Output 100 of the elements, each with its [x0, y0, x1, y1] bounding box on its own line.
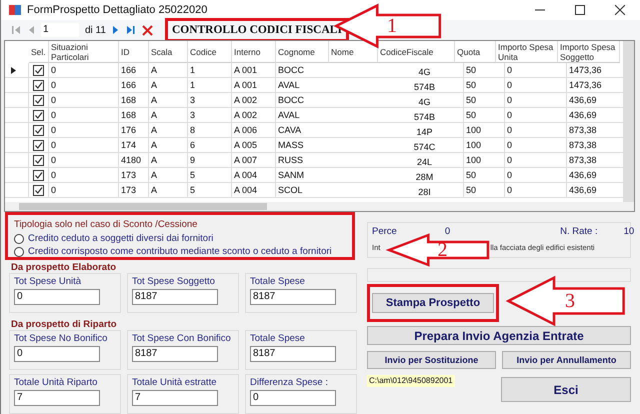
prepare-button[interactable]: Prepara Invio Agenzia Entrate [367, 326, 631, 345]
column-header[interactable]: Situazioni Particolari [49, 41, 119, 63]
check-codes-button[interactable]: CONTROLLO CODICI FISCALI [170, 24, 344, 36]
table-cell: A [151, 95, 158, 105]
column-header[interactable]: Cognome [276, 41, 329, 63]
table-cell: BOCC [278, 95, 304, 105]
table-cell: 168 [121, 110, 136, 120]
table-cell: 50 [466, 170, 476, 180]
table-cell: A 007 [234, 155, 258, 165]
table-cell: 3 [190, 95, 196, 105]
field-label: Tot Spese Con Bonifico [132, 333, 232, 344]
column-header[interactable]: ID [119, 41, 149, 63]
table-cell: 0 [51, 95, 56, 105]
column-header[interactable]: Quota [455, 41, 496, 63]
input-field[interactable]: 7 [14, 390, 100, 406]
arrow-icon [506, 276, 626, 326]
vertical-scrollbar[interactable] [623, 41, 634, 203]
position-field[interactable]: 1 [41, 23, 79, 37]
table-cell: 50 [466, 110, 476, 120]
table-cell: A 006 [234, 125, 258, 135]
input-field[interactable]: 8187 [132, 346, 218, 362]
maximize-icon[interactable] [575, 5, 585, 15]
table-cell: 4G [418, 97, 430, 107]
row-checkbox[interactable] [33, 64, 44, 76]
table-cell: 8 [190, 125, 196, 135]
table-cell: 28M [416, 172, 434, 182]
table-cell: 0 [507, 80, 512, 90]
field-label: Tot Spese Soggetto [132, 276, 216, 287]
arrow-icon [387, 234, 490, 266]
table-cell: 1 [190, 65, 196, 75]
table-cell: 6 [190, 140, 196, 150]
annotation-number: 2 [438, 240, 448, 260]
row-checkbox[interactable] [33, 140, 44, 150]
column-header[interactable]: Interno [232, 41, 276, 63]
close-icon[interactable] [615, 5, 625, 15]
group-title: Tipologia solo nel caso di Sconto /Cessione [14, 219, 198, 230]
table-cell: 0 [51, 155, 56, 165]
table-cell: 0 [507, 185, 512, 195]
rate-value: 10 [624, 226, 634, 237]
radio-button[interactable] [14, 234, 24, 244]
section-title: Da prospetto Elaborato [11, 262, 116, 273]
table-cell: 1473,36 [569, 65, 602, 75]
horizontal-scrollbar[interactable] [5, 202, 634, 211]
app-icon [9, 5, 21, 15]
cancel-button[interactable]: Invio per Annullamento [502, 351, 631, 369]
table-cell: A 002 [234, 110, 258, 120]
table-cell: 0 [507, 125, 512, 135]
table-cell: 0 [51, 140, 56, 150]
field-label: Totale Spese [250, 333, 306, 344]
table-cell: 0 [507, 140, 512, 150]
input-field[interactable]: 8187 [250, 346, 336, 362]
table-cell: A [151, 125, 158, 135]
column-header[interactable]: Scala [149, 41, 188, 63]
table-cell: A [151, 170, 158, 180]
table-cell: 0 [507, 110, 512, 120]
table-cell: CAVA [278, 125, 302, 135]
row-header[interactable] [5, 63, 29, 78]
row-checkbox[interactable] [33, 94, 44, 106]
table-cell: A 004 [234, 170, 258, 180]
table-cell: 0 [51, 170, 56, 180]
delete-icon[interactable] [142, 24, 153, 36]
field-label: Totale Unità Riparto [14, 377, 98, 388]
table-cell: A [151, 65, 158, 75]
percent-value: 0 [444, 226, 450, 237]
input-field[interactable]: 0 [14, 289, 100, 305]
table-cell: A [151, 155, 158, 165]
field-label: Totale Spese [250, 276, 306, 287]
row-checkbox[interactable] [33, 154, 44, 166]
row-checkbox[interactable] [33, 124, 44, 136]
table-cell: 14P [416, 127, 432, 137]
row-checkbox[interactable] [33, 184, 44, 196]
section-title: Da prospetto di Riparto [11, 319, 117, 330]
radio-label: Credito corrisposto come contributo mediante sconto o ceduto a fornitori [28, 246, 332, 257]
column-header[interactable]: Codice [188, 41, 232, 63]
input-field[interactable]: 8187 [250, 289, 336, 305]
input-field[interactable]: 7 [132, 390, 218, 406]
row-checkbox[interactable] [33, 80, 44, 90]
table-cell: A [151, 110, 158, 120]
table-cell: 436,69 [569, 170, 597, 180]
input-field[interactable]: 0 [14, 346, 100, 362]
column-header[interactable]: Importo Spesa Soggetto [558, 41, 620, 63]
replace-button[interactable]: Invio per Sostituzione [367, 351, 496, 369]
radio-button[interactable] [14, 246, 24, 256]
table-cell: 0 [507, 65, 512, 75]
column-header[interactable]: Importo Spesa Unita [496, 41, 558, 63]
input-field[interactable]: 0 [250, 390, 336, 406]
row-checkbox[interactable] [33, 170, 44, 180]
table-cell: 873,38 [569, 125, 597, 135]
table-cell: A [151, 140, 158, 150]
table-cell: 0 [507, 170, 512, 180]
input-field[interactable]: 8187 [132, 289, 218, 305]
field-label: Totale Unità estratte [132, 377, 218, 388]
next-record-icon[interactable] [112, 25, 120, 35]
last-record-icon[interactable] [126, 25, 136, 35]
row-checkbox[interactable] [33, 110, 44, 120]
exit-button[interactable]: Esci [501, 377, 631, 402]
table-cell: 168 [121, 95, 136, 105]
print-button[interactable]: Stampa Prospetto [372, 293, 494, 313]
table-cell: 166 [121, 65, 136, 75]
table-cell: 0 [51, 110, 56, 120]
